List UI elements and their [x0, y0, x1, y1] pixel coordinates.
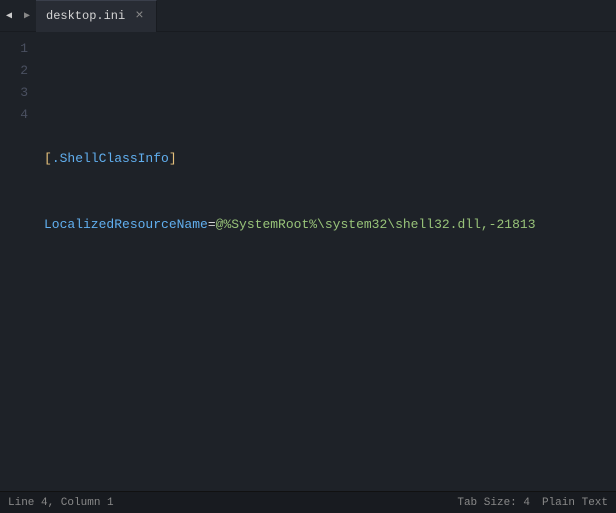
code-line-3: LocalizedResourceName=@%SystemRoot%\syst…: [44, 214, 608, 236]
editor-container: 1 2 3 4 [.ShellClassInfo] LocalizedResou…: [0, 32, 616, 491]
equals-sign: =: [208, 217, 216, 232]
code-line-4: [44, 280, 608, 302]
tab-size[interactable]: Tab Size: 4: [457, 497, 530, 509]
bracket-open: [: [44, 151, 52, 166]
line-number-4: [4, 126, 28, 148]
line-number-3: 3: [4, 82, 28, 104]
editor-text-area[interactable]: [.ShellClassInfo] LocalizedResourceName=…: [36, 32, 616, 491]
tab-close-button[interactable]: ×: [133, 9, 145, 23]
right-arrow-icon: ▶: [24, 10, 30, 22]
line-number-1: 1: [4, 38, 28, 60]
code-line-1: [44, 82, 608, 104]
line-number-4: 4: [4, 104, 28, 126]
tab-nav-left[interactable]: ◀: [0, 0, 18, 32]
status-left: Line 4, Column 1: [8, 497, 114, 509]
tab-nav-right[interactable]: ▶: [18, 0, 36, 32]
key-name: LocalizedResourceName: [44, 217, 208, 232]
cursor-position: Line 4, Column 1: [8, 497, 114, 509]
bracket-close: ]: [169, 151, 177, 166]
section-name: .ShellClassInfo: [52, 151, 169, 166]
tab-bar: ◀ ▶ desktop.ini ×: [0, 0, 616, 32]
line-numbers: 1 2 3 4: [0, 32, 36, 491]
status-bar: Line 4, Column 1 Tab Size: 4 Plain Text: [0, 491, 616, 513]
syntax-label[interactable]: Plain Text: [542, 497, 608, 509]
status-right: Tab Size: 4 Plain Text: [457, 497, 608, 509]
tab-filename: desktop.ini: [46, 9, 125, 23]
tab-desktop-ini[interactable]: desktop.ini ×: [36, 0, 157, 32]
key-value: @%SystemRoot%\system32\shell32.dll,-2181…: [216, 217, 536, 232]
line-number-2: 2: [4, 60, 28, 82]
left-arrow-icon: ◀: [6, 10, 12, 22]
code-line-2: [.ShellClassInfo]: [44, 148, 608, 170]
